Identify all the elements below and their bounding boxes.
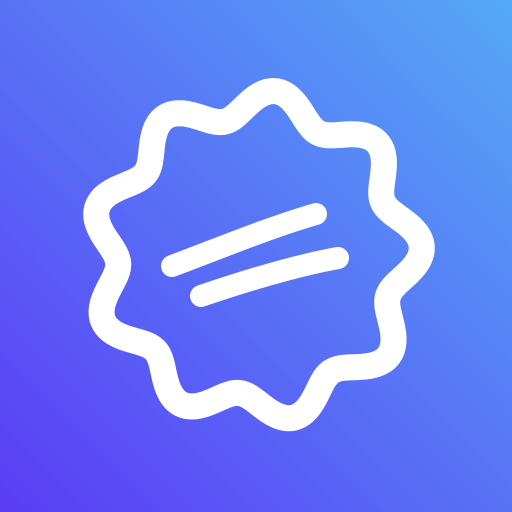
background [0,0,512,512]
badge-with-lines-icon [0,0,512,512]
app-icon [0,0,512,512]
